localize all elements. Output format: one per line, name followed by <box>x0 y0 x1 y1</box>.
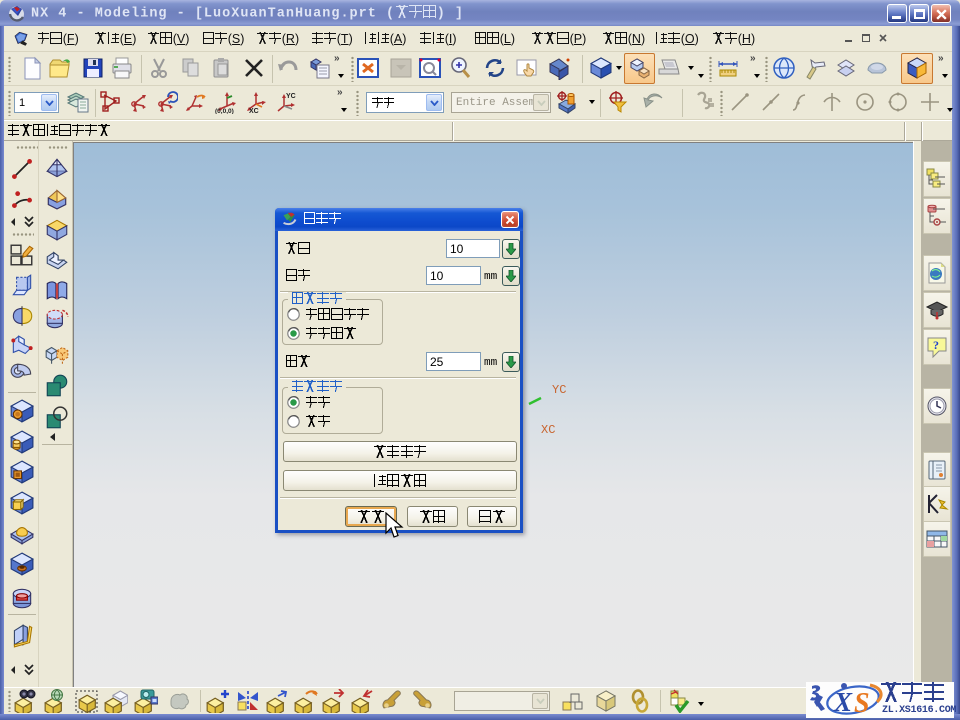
svg-text:X: X <box>833 687 853 717</box>
svg-text:?: ? <box>933 338 939 352</box>
svg-text:YC: YC <box>286 93 296 100</box>
svg-text:S: S <box>854 688 870 718</box>
svg-text:(0,0,0): (0,0,0) <box>215 108 234 114</box>
svg-text:XC: XC <box>249 108 259 114</box>
